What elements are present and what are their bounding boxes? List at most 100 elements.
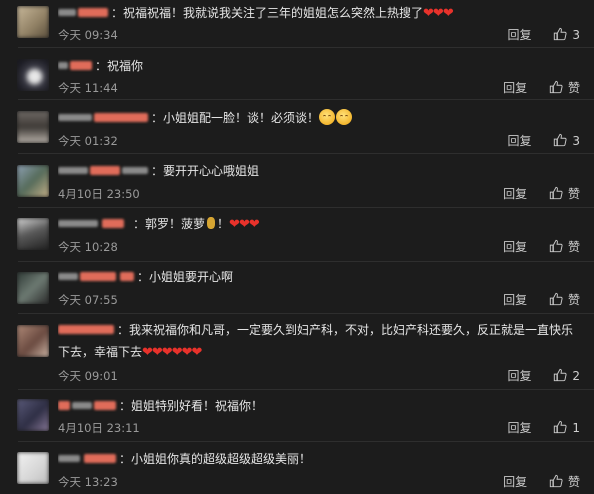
thumbs-up-icon xyxy=(554,420,567,434)
divider xyxy=(18,389,594,390)
username[interactable] xyxy=(58,6,110,19)
divider xyxy=(18,99,594,100)
reply-button[interactable]: 回复 xyxy=(503,79,527,96)
like-count: 3 xyxy=(572,134,580,148)
timestamp: 4月10日 23:11 xyxy=(58,421,140,435)
heart-emoji: ❤❤❤ xyxy=(229,217,260,232)
reply-button[interactable]: 回复 xyxy=(508,419,532,436)
username[interactable] xyxy=(58,452,118,465)
pineapple-icon xyxy=(207,217,216,229)
avatar[interactable] xyxy=(17,218,49,250)
comment-actions: 回复 赞 xyxy=(503,291,580,308)
like-button[interactable]: 赞 xyxy=(549,79,580,96)
comment-actions: 回复 1 xyxy=(508,419,580,436)
like-button[interactable]: 赞 xyxy=(549,473,580,490)
divider xyxy=(18,47,594,48)
comment-text: 祝福祝福！我就说我关注了三年的姐姐怎么突然上热搜了 xyxy=(123,6,424,20)
username[interactable] xyxy=(58,111,150,124)
thumbs-up-icon xyxy=(554,133,567,147)
comment-body: ：我来祝福你和凡哥，一定要久到妇产科，不对，比妇产科还要久，反正就是一直快乐 xyxy=(58,322,573,338)
timestamp: 今天 09:34 xyxy=(58,28,118,42)
comment-text: 郭罗！菠萝 xyxy=(145,217,206,231)
like-button[interactable]: 3 xyxy=(553,133,580,148)
comment-text: 小姐姐你真的超级超级超级美丽！ xyxy=(131,452,312,466)
username[interactable] xyxy=(58,399,118,412)
like-count: 赞 xyxy=(567,293,580,307)
timestamp: 今天 11:44 xyxy=(58,81,118,95)
comment-body: ：小姐姐要开心啊 xyxy=(58,269,233,285)
reply-button[interactable]: 回复 xyxy=(503,185,527,202)
avatar[interactable] xyxy=(17,6,49,38)
like-button[interactable]: 赞 xyxy=(549,291,580,308)
username[interactable] xyxy=(58,323,116,336)
comment-text: 小姐姐配一脸！谈！必须谈！ xyxy=(163,111,320,125)
thumbs-up-icon xyxy=(549,80,563,94)
comment-body: ：郭罗！菠萝 ！❤❤❤ xyxy=(58,216,260,233)
timestamp: 今天 10:28 xyxy=(58,240,118,254)
thumbs-up-icon xyxy=(554,368,567,382)
comment-actions: 回复 3 xyxy=(508,132,580,149)
avatar[interactable] xyxy=(17,59,49,91)
heart-emoji: ❤❤❤❤❤❤ xyxy=(142,345,202,360)
thumbs-up-icon xyxy=(549,186,563,200)
comment-body: ：要开开心心哦姐姐 xyxy=(58,163,259,179)
comment-text: 小姐姐要开心啊 xyxy=(149,270,234,284)
like-button[interactable]: 赞 xyxy=(549,185,580,202)
like-count: 赞 xyxy=(567,187,580,201)
username[interactable] xyxy=(58,217,132,230)
comment-text: 下去，幸福下去 xyxy=(58,345,143,359)
comment-actions: 回复 赞 xyxy=(503,473,580,490)
reply-button[interactable]: 回复 xyxy=(503,291,527,308)
divider xyxy=(18,207,594,208)
avatar[interactable] xyxy=(17,325,49,357)
timestamp: 今天 09:01 xyxy=(58,369,118,383)
comment-actions: 回复 赞 xyxy=(503,79,580,96)
username[interactable] xyxy=(58,270,136,283)
like-count: 2 xyxy=(572,369,580,383)
comment-actions: 回复 2 xyxy=(508,367,580,384)
like-count: 1 xyxy=(572,421,580,435)
comment-text: 我来祝福你和凡哥，一定要久到妇产科，不对，比妇产科还要久，反正就是一直快乐 xyxy=(129,323,574,337)
username[interactable] xyxy=(58,164,150,177)
timestamp: 4月10日 23:50 xyxy=(58,187,140,201)
reply-button[interactable]: 回复 xyxy=(503,238,527,255)
thumbs-up-icon xyxy=(549,292,563,306)
timestamp: 今天 13:23 xyxy=(58,475,118,489)
like-count: 赞 xyxy=(567,475,580,489)
comment-list: ：祝福祝福！我就说我关注了三年的姐姐怎么突然上热搜了❤❤❤ 今天 09:34 回… xyxy=(0,0,594,494)
comment-text: 祝福你 xyxy=(107,59,144,73)
avatar[interactable] xyxy=(17,272,49,304)
timestamp: 今天 07:55 xyxy=(58,293,118,307)
grinning-emoji xyxy=(319,109,353,125)
like-count: 3 xyxy=(572,28,580,42)
comment-body: ：祝福你 xyxy=(58,58,143,74)
comment-body: ：小姐姐配一脸！谈！必须谈！ xyxy=(58,109,353,126)
like-button[interactable]: 1 xyxy=(553,420,580,435)
divider xyxy=(18,441,594,442)
thumbs-up-icon xyxy=(549,474,563,488)
comment-body: ：姐姐特别好看！祝福你！ xyxy=(58,398,263,414)
comment-actions: 回复 赞 xyxy=(503,185,580,202)
avatar[interactable] xyxy=(17,399,49,431)
username[interactable] xyxy=(58,59,94,72)
avatar[interactable] xyxy=(17,165,49,197)
reply-button[interactable]: 回复 xyxy=(508,26,532,43)
comment-text: 要开开心心哦姐姐 xyxy=(163,164,260,178)
timestamp: 今天 01:32 xyxy=(58,134,118,148)
divider xyxy=(18,261,594,262)
avatar[interactable] xyxy=(17,452,49,484)
thumbs-up-icon xyxy=(549,239,563,253)
like-button[interactable]: 3 xyxy=(553,27,580,42)
comment-actions: 回复 赞 xyxy=(503,238,580,255)
reply-button[interactable]: 回复 xyxy=(503,473,527,490)
thumbs-up-icon xyxy=(554,27,567,41)
like-button[interactable]: 2 xyxy=(553,368,580,383)
avatar[interactable] xyxy=(17,111,49,143)
divider xyxy=(18,313,594,314)
heart-emoji: ❤❤❤ xyxy=(423,6,454,21)
divider xyxy=(18,153,594,154)
like-button[interactable]: 赞 xyxy=(549,238,580,255)
reply-button[interactable]: 回复 xyxy=(508,367,532,384)
reply-button[interactable]: 回复 xyxy=(508,132,532,149)
comment-actions: 回复 3 xyxy=(508,26,580,43)
